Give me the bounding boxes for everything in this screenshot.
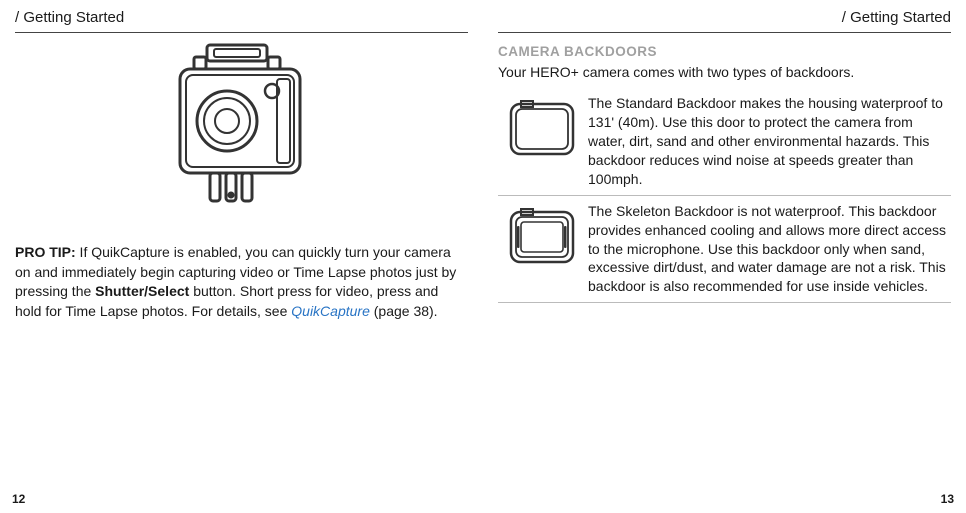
page-left: / Getting Started — [0, 0, 483, 513]
section-heading: CAMERA BACKDOORS — [498, 43, 951, 61]
standard-backdoor-icon — [498, 94, 588, 160]
page-number-left: 12 — [12, 491, 25, 507]
pro-tip-text-3: (page 38). — [370, 303, 438, 319]
pro-tip-paragraph: PRO TIP: If QuikCapture is enabled, you … — [15, 243, 468, 321]
page-right: / Getting Started CAMERA BACKDOORS Your … — [483, 0, 966, 513]
skeleton-backdoor-text: The Skeleton Backdoor is not waterproof.… — [588, 202, 951, 296]
shutter-select-label: Shutter/Select — [95, 283, 189, 299]
quikcapture-link[interactable]: QuikCapture — [291, 303, 370, 319]
camera-in-housing-icon — [152, 43, 332, 213]
page-header-right: / Getting Started — [498, 8, 951, 33]
page-number-right: 13 — [941, 491, 954, 507]
page-header-left: / Getting Started — [15, 8, 468, 33]
section-subheading: Your HERO+ camera comes with two types o… — [498, 63, 951, 82]
table-row: The Standard Backdoor makes the housing … — [498, 88, 951, 195]
pro-tip-label: PRO TIP: — [15, 244, 76, 260]
skeleton-backdoor-icon — [498, 202, 588, 268]
standard-backdoor-text: The Standard Backdoor makes the housing … — [588, 94, 951, 188]
camera-illustration — [15, 43, 468, 213]
table-row: The Skeleton Backdoor is not waterproof.… — [498, 196, 951, 303]
page-spread: / Getting Started — [0, 0, 966, 513]
